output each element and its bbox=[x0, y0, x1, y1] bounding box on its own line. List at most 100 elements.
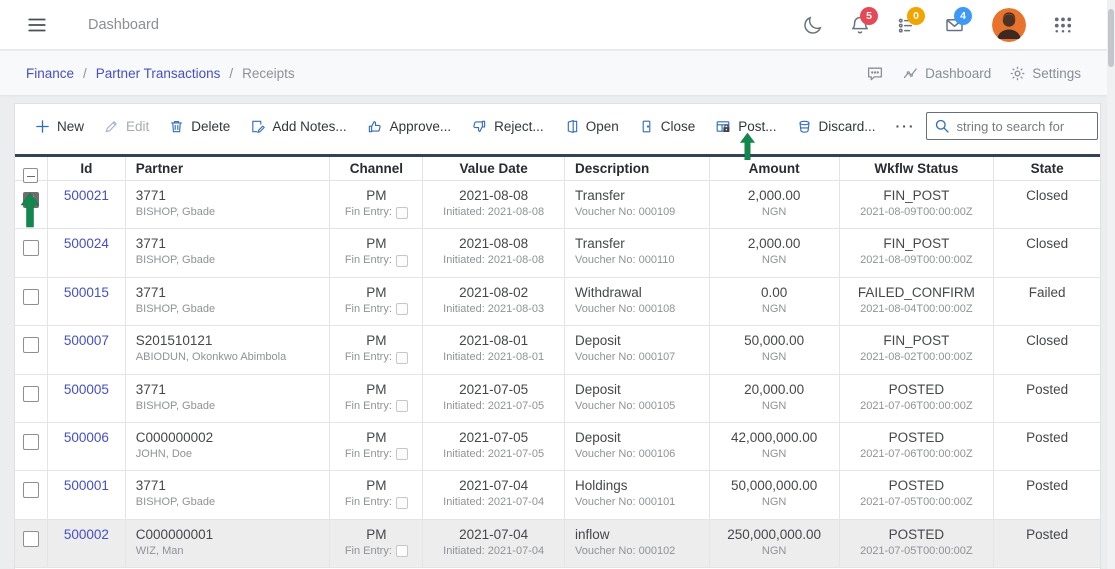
state: Closed bbox=[1026, 333, 1069, 349]
hamburger-menu-icon[interactable] bbox=[26, 14, 48, 36]
page: Dashboard 5 0 4 Finance / Partner Transa… bbox=[0, 0, 1115, 569]
row-checkbox[interactable] bbox=[22, 482, 39, 499]
dark-mode-moon-icon[interactable] bbox=[803, 15, 823, 35]
currency: NGN bbox=[761, 351, 787, 364]
fin-entry-checkbox[interactable] bbox=[395, 448, 408, 461]
initiated-date: Initiated: 2021-08-01 bbox=[443, 351, 545, 364]
value-date: 2021-08-01 bbox=[459, 333, 529, 349]
row-checkbox[interactable] bbox=[22, 385, 39, 402]
more-commands-button[interactable]: ··· bbox=[886, 110, 926, 142]
search-icon bbox=[935, 119, 949, 133]
tasks-list-icon[interactable]: 0 bbox=[897, 6, 925, 35]
breadcrumb-finance[interactable]: Finance bbox=[26, 66, 74, 81]
row-id-link[interactable]: 500015 bbox=[64, 285, 109, 300]
settings-link[interactable]: Settings bbox=[1009, 65, 1081, 82]
column-header-id[interactable]: Id bbox=[48, 157, 126, 180]
value-date: 2021-07-04 bbox=[459, 526, 529, 542]
row-id-link[interactable]: 500021 bbox=[64, 188, 109, 203]
row-id-link[interactable]: 500024 bbox=[64, 236, 109, 251]
row-checkbox[interactable] bbox=[22, 433, 39, 450]
partner-code: 3771 bbox=[135, 478, 166, 494]
row-id-link[interactable]: 500007 bbox=[64, 333, 109, 348]
receipts-panel: New Edit Delete Add Notes... Approve... … bbox=[14, 103, 1115, 569]
amount: 50,000,000.00 bbox=[730, 478, 818, 494]
currency: NGN bbox=[761, 496, 787, 509]
plus-icon bbox=[36, 119, 49, 133]
vertical-scrollbar[interactable] bbox=[1107, 0, 1115, 569]
tasks-badge: 0 bbox=[907, 6, 925, 25]
initiated-date: Initiated: 2021-07-05 bbox=[443, 447, 545, 460]
pencil-icon bbox=[105, 120, 117, 132]
row-checkbox[interactable] bbox=[22, 288, 39, 305]
fin-entry-checkbox[interactable] bbox=[395, 254, 408, 267]
table-row: 500007 S201510121 ABIODUN, Okonkwo Abimb… bbox=[15, 326, 1100, 375]
value-date: 2021-08-08 bbox=[459, 188, 529, 203]
dashboard-link[interactable]: Dashboard bbox=[902, 65, 991, 81]
user-avatar[interactable] bbox=[992, 7, 1026, 42]
fin-entry-checkbox[interactable] bbox=[395, 303, 408, 316]
wkflw-status: FAILED_CONFIRM bbox=[857, 284, 975, 300]
table-row: 500021 3771 BISHOP, Gbade PM Fin Entry: … bbox=[15, 181, 1100, 230]
amount: 20,000.00 bbox=[744, 381, 805, 397]
fin-entry-checkbox[interactable] bbox=[395, 206, 408, 219]
row-checkbox[interactable] bbox=[22, 530, 39, 547]
amount: 0.00 bbox=[760, 284, 788, 300]
row-id-link[interactable]: 500005 bbox=[64, 382, 109, 397]
column-header-channel[interactable]: Channel bbox=[330, 157, 424, 180]
row-id-link[interactable]: 500002 bbox=[64, 527, 109, 542]
thumbs-down-icon bbox=[473, 120, 486, 132]
approve-button[interactable]: Approve... bbox=[357, 110, 462, 142]
app-title: Dashboard bbox=[88, 16, 159, 33]
column-header-wkflw-status[interactable]: Wkflw Status bbox=[840, 157, 995, 180]
initiated-date: Initiated: 2021-07-04 bbox=[443, 544, 545, 557]
search-input[interactable] bbox=[925, 112, 1098, 140]
notifications-bell-icon[interactable]: 5 bbox=[850, 6, 878, 35]
comment-icon[interactable] bbox=[866, 65, 884, 82]
partner-code: S201510121 bbox=[135, 333, 213, 349]
wkflw-status: FIN_POST bbox=[883, 236, 950, 252]
post-lock-icon bbox=[716, 120, 730, 132]
apps-grid-icon[interactable] bbox=[1053, 15, 1073, 35]
messages-envelope-icon[interactable]: 4 bbox=[944, 6, 972, 35]
partner-code: C000000002 bbox=[135, 429, 214, 445]
row-checkbox[interactable] bbox=[22, 337, 39, 354]
column-header-state[interactable]: State bbox=[994, 157, 1100, 180]
row-checkbox[interactable] bbox=[22, 240, 39, 257]
fin-entry-checkbox[interactable] bbox=[395, 351, 408, 364]
state: Posted bbox=[1026, 381, 1069, 397]
edit-button[interactable]: Edit bbox=[94, 110, 159, 142]
close-button[interactable]: Close bbox=[629, 110, 706, 142]
delete-button[interactable]: Delete bbox=[159, 110, 240, 142]
breadcrumb-partner-transactions[interactable]: Partner Transactions bbox=[96, 66, 221, 81]
column-header-partner[interactable]: Partner bbox=[126, 157, 331, 180]
post-button[interactable]: Post... bbox=[705, 110, 786, 142]
description: inflow bbox=[575, 526, 610, 542]
value-date: 2021-07-05 bbox=[459, 429, 529, 445]
new-button[interactable]: New bbox=[25, 110, 94, 142]
fin-entry-label: Fin Entry: bbox=[344, 544, 392, 557]
row-id-link[interactable]: 500006 bbox=[64, 430, 109, 445]
row-checkbox[interactable] bbox=[22, 192, 39, 208]
fin-entry-checkbox[interactable] bbox=[395, 496, 408, 509]
value-date: 2021-07-04 bbox=[459, 478, 529, 494]
column-header-value-date[interactable]: Value Date bbox=[423, 157, 565, 180]
add-notes-button[interactable]: Add Notes... bbox=[240, 110, 356, 142]
column-header-amount[interactable]: Amount bbox=[710, 157, 840, 180]
open-button[interactable]: Open bbox=[554, 110, 629, 142]
wkflw-status-time: 2021-08-04T00:00:00Z bbox=[860, 302, 973, 315]
breadcrumb-separator: / bbox=[229, 65, 234, 81]
messages-badge: 4 bbox=[954, 6, 972, 25]
scrollbar-thumb[interactable] bbox=[1108, 9, 1114, 67]
discard-button[interactable]: Discard... bbox=[787, 110, 886, 142]
fin-entry-checkbox[interactable] bbox=[395, 545, 408, 558]
column-header-description[interactable]: Description bbox=[565, 157, 710, 180]
partner-name: JOHN, Doe bbox=[135, 447, 193, 460]
partner-name: WIZ, Man bbox=[135, 544, 184, 557]
select-all-checkbox[interactable] bbox=[23, 168, 39, 183]
reject-button[interactable]: Reject... bbox=[461, 110, 554, 142]
row-id-link[interactable]: 500001 bbox=[64, 478, 109, 493]
currency: NGN bbox=[761, 544, 787, 557]
voucher-no: Voucher No: 000101 bbox=[575, 496, 676, 509]
fin-entry-checkbox[interactable] bbox=[395, 400, 408, 413]
state: Failed bbox=[1028, 284, 1066, 300]
